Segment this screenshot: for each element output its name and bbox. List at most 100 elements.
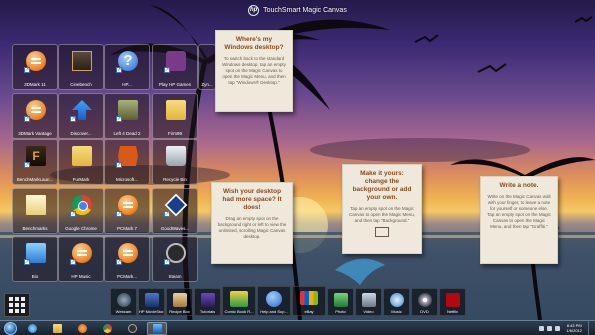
magic-canvas-desktop[interactable]: hp TouchSmart Magic Canvas ↗ 3DMark 11 Ci… — [0, 0, 595, 320]
dock-item-comic-book-reader[interactable]: Comic Book R... — [222, 286, 256, 316]
clock-date: 1/6/2012 — [566, 328, 582, 333]
power-icon[interactable] — [555, 325, 561, 331]
dock-item-label: Help and Sup... — [260, 309, 288, 314]
desktop-icon-microsoft-office[interactable]: ↗ Microsoft... — [104, 139, 150, 185]
desktop-icon-label: Recycle Bin — [163, 177, 187, 182]
dock-item-help-and-support[interactable]: Help and Sup... — [257, 286, 291, 316]
note-title: Wish your desktop had more space? It doe… — [222, 188, 282, 211]
note-body: Write on the Magic Canvas wall with your… — [487, 194, 551, 229]
help-icon — [266, 291, 282, 307]
show-desktop-button[interactable] — [588, 321, 592, 335]
desktop-icon-goodwaves[interactable]: ↗ GoodWaves... — [152, 188, 198, 234]
comic-book-icon — [230, 291, 248, 307]
desktop-icon-3dmark-11[interactable]: ↗ 3DMark 11 — [12, 44, 58, 90]
desktop-icon-steam[interactable]: ↗ Steam — [152, 236, 198, 282]
magic-canvas-header: hp TouchSmart Magic Canvas — [0, 3, 595, 17]
app-launcher-button[interactable] — [4, 293, 30, 317]
taskbar-clock[interactable]: 8:43 PM 1/6/2012 — [566, 323, 582, 333]
desktop-icon-label: PCMark 7 — [116, 226, 137, 231]
dock-item-dvd[interactable]: DVD — [411, 288, 438, 316]
desktop-icon-firm99[interactable]: Firm99 — [152, 93, 198, 139]
shortcut-arrow-icon: ↗ — [116, 211, 122, 217]
volume-icon[interactable] — [547, 325, 553, 331]
desktop-icon-label: 3DMark 11 — [24, 82, 46, 87]
shortcut-arrow-icon: ↗ — [164, 259, 170, 265]
taskbar-media-player[interactable] — [72, 322, 92, 335]
chrome-icon — [102, 323, 112, 333]
system-tray: 8:43 PM 1/6/2012 — [539, 321, 595, 335]
start-button[interactable] — [4, 321, 17, 335]
desktop-icon-recycle-bin[interactable]: Recycle Bin — [152, 139, 198, 185]
shortcut-arrow-icon: ↗ — [116, 116, 122, 122]
note-write-note[interactable]: Write a note. Write on the Magic Canvas … — [480, 176, 558, 264]
shortcut-arrow-icon: ↗ — [24, 67, 30, 73]
netflix-icon — [445, 293, 460, 307]
desktop-icon-hp-help[interactable]: ? ↗ HP... — [104, 44, 150, 90]
dock-item-label: Netflix — [446, 309, 459, 314]
folder-icon — [72, 51, 92, 71]
taskbar-google-chrome[interactable] — [97, 322, 117, 335]
desktop-icon-label: 3DMark Vantage — [18, 131, 52, 136]
touchsmart-icon — [152, 323, 162, 333]
note-title: Write a note. — [499, 182, 539, 189]
shortcut-arrow-icon: ↗ — [116, 162, 122, 168]
windows-taskbar: 8:43 PM 1/6/2012 — [0, 320, 595, 335]
dock-item-music[interactable]: Music — [383, 288, 410, 316]
shortcut-arrow-icon: ↗ — [24, 116, 30, 122]
desktop-icon-benchmarklauncher[interactable]: F ↗ BenchMarkLaun... — [12, 139, 58, 185]
taskbar-windows-explorer[interactable] — [47, 322, 67, 335]
dock-item-label: eBay — [304, 309, 314, 314]
photo-icon — [333, 293, 348, 307]
note-windows-desktop[interactable]: Where's my Windows desktop? To switch ba… — [215, 30, 293, 112]
dock-item-tutorials[interactable]: Tutorials — [194, 288, 221, 316]
dock-item-label: Video — [363, 309, 374, 314]
dock-item-label: DVD — [420, 309, 429, 314]
picture-icon — [375, 227, 389, 237]
desktop-icon-cinebench[interactable]: Cinebench — [58, 44, 104, 90]
desktop-icon-benchmarks[interactable]: Benchmarks — [12, 188, 58, 234]
dock-item-photo[interactable]: Photo — [327, 288, 354, 316]
steam-icon — [127, 323, 137, 333]
taskbar-internet-explorer[interactable] — [22, 322, 42, 335]
shortcut-arrow-icon: ↗ — [70, 259, 76, 265]
desktop-icon-label: Play HP Games — [159, 82, 191, 87]
dock-item-label: Webcam — [115, 309, 132, 314]
note-more-space[interactable]: Wish your desktop had more space? It doe… — [211, 182, 293, 264]
recycle-bin-icon — [166, 146, 186, 166]
desktop-icon-pcmark-7[interactable]: ↗ PCMark 7 — [104, 188, 150, 234]
shortcut-arrow-icon: ↗ — [164, 211, 170, 217]
dock-item-hp-moviestore[interactable]: HP MovieStor... — [138, 288, 165, 316]
desktop-icon-bio[interactable]: ↗ Bio — [12, 236, 58, 282]
dock-item-ebay[interactable]: eBay — [292, 286, 326, 316]
desktop-icon-furmark[interactable]: FurMark — [58, 139, 104, 185]
network-icon[interactable] — [539, 325, 545, 331]
dock-item-label: HP MovieStor... — [139, 309, 164, 314]
desktop-icon-3dmark-vantage[interactable]: ↗ 3DMark Vantage — [12, 93, 58, 139]
dock-item-netflix[interactable]: Netflix — [439, 288, 466, 316]
desktop-icon-zyn[interactable]: Zyn... — [198, 44, 216, 90]
desktop-icon-left-4-dead-2[interactable]: ↗ Left 4 Dead 2 — [104, 93, 150, 139]
dock-item-label: Tutorials — [199, 309, 216, 314]
desktop-icon-hp-music[interactable]: ↗ HP Music — [58, 236, 104, 282]
desktop-icon-label: Google Chrome — [65, 226, 97, 231]
dock-item-recipe-box[interactable]: Recipe Box — [166, 288, 193, 316]
taskbar-steam[interactable] — [122, 322, 142, 335]
shortcut-arrow-icon: ↗ — [70, 116, 76, 122]
desktop-icon-discover[interactable]: ↗ Discover... — [58, 93, 104, 139]
dock-item-webcam[interactable]: Webcam — [110, 288, 137, 316]
touchsmart-app-dock: Webcam HP MovieStor... Recipe Box Tutori… — [110, 286, 467, 316]
music-icon — [389, 293, 404, 307]
dock-item-label: Recipe Box — [169, 309, 190, 314]
desktop-icon-label: Microsoft... — [115, 177, 138, 182]
desktop-icon-play-hp-games[interactable]: ↗ Play HP Games — [152, 44, 198, 90]
desktop-icon-label: Firm99 — [167, 131, 182, 136]
note-change-background[interactable]: Make it yours: change the background or … — [342, 164, 422, 254]
dock-item-video[interactable]: Video — [355, 288, 382, 316]
video-icon — [361, 293, 376, 307]
taskbar-touchsmart[interactable] — [147, 321, 167, 335]
movie-icon — [144, 293, 159, 307]
desktop-icon-google-chrome[interactable]: ↗ Google Chrome — [58, 188, 104, 234]
desktop-icon-label: Cinebench — [70, 82, 92, 87]
desktop-icon-pcmark[interactable]: ↗ PCMark... — [104, 236, 150, 282]
desktop-icon-label: Zyn... — [201, 82, 213, 87]
